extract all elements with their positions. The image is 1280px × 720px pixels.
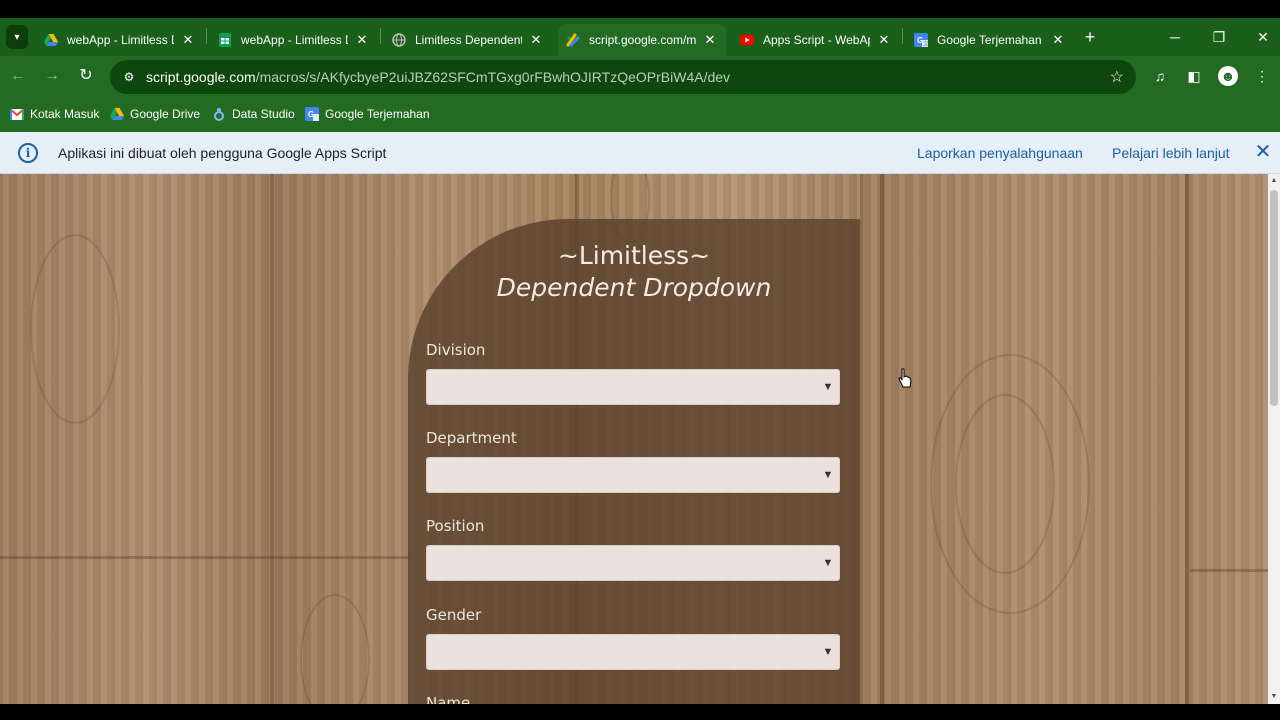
google-translate-icon: G文 <box>914 33 928 47</box>
scroll-down-arrow-icon[interactable]: ▼ <box>1268 690 1280 704</box>
apps-script-icon <box>566 33 580 47</box>
bookmark-label: Data Studio <box>232 107 295 121</box>
site-settings-icon[interactable]: ⚙ <box>120 68 138 86</box>
bookmark-label: Kotak Masuk <box>30 107 100 121</box>
chevron-down-icon: ▼ <box>822 381 834 393</box>
learn-more-link[interactable]: Pelajari lebih lanjut <box>1112 145 1230 161</box>
bottom-letterbox <box>0 704 1280 720</box>
svg-text:文: 文 <box>923 40 928 47</box>
dropdown-form-card: ~Limitless~ Dependent Dropdown Division … <box>408 219 860 704</box>
data-studio-icon <box>212 107 226 121</box>
close-icon[interactable]: ✕ <box>180 32 196 48</box>
page-content: ~Limitless~ Dependent Dropdown Division … <box>0 174 1268 704</box>
gmail-icon <box>10 107 24 121</box>
tab-script-google[interactable]: script.google.com/m ✕ <box>558 24 726 56</box>
google-translate-icon: G <box>305 107 319 121</box>
close-icon[interactable]: ✕ <box>528 32 544 48</box>
close-icon[interactable]: ✕ <box>354 32 370 48</box>
gender-label: Gender <box>426 606 482 624</box>
bookmark-star-icon[interactable]: ☆ <box>1110 67 1124 87</box>
bookmark-kotak-masuk[interactable]: Kotak Masuk <box>10 105 99 123</box>
url-path: /macros/s/AKfycbyeP2uiJBZ62SFCmTGxg0rFBw… <box>255 69 731 85</box>
bookmark-label: Google Terjemahan <box>325 107 430 121</box>
address-bar[interactable]: ⚙ script.google.com/macros/s/AKfycbyeP2u… <box>110 60 1136 94</box>
close-window-icon[interactable]: ✕ <box>1248 25 1278 49</box>
close-icon[interactable]: ✕ <box>1252 140 1274 164</box>
chevron-down-icon: ▼ <box>822 469 834 481</box>
tab-divider <box>206 28 207 44</box>
media-controls-icon[interactable]: ♫ <box>1150 66 1170 86</box>
division-select[interactable]: ▼ <box>426 369 840 405</box>
form-subtitle: Dependent Dropdown <box>496 273 772 302</box>
tab-divider <box>380 28 381 44</box>
forward-arrow-icon[interactable]: → <box>40 64 64 88</box>
division-label: Division <box>426 341 486 359</box>
bookmark-data-studio[interactable]: Data Studio <box>212 105 295 123</box>
report-abuse-link[interactable]: Laporkan penyalahgunaan <box>917 145 1083 161</box>
hand-cursor-icon <box>898 368 912 388</box>
google-sheets-icon <box>218 33 232 47</box>
apps-script-info-banner: i Aplikasi ini dibuat oleh pengguna Goog… <box>0 132 1280 174</box>
url-host: script.google.com <box>146 69 256 85</box>
position-label: Position <box>426 517 485 535</box>
tab-search-button[interactable]: ▾ <box>6 25 28 49</box>
top-letterbox <box>0 0 1280 18</box>
tab-title: Google Terjemahan <box>937 33 1042 47</box>
chevron-down-icon: ▼ <box>822 646 834 658</box>
bookmark-google-drive[interactable]: Google Drive <box>110 105 200 123</box>
side-panel-icon[interactable]: ◧ <box>1184 66 1204 86</box>
bookmark-label: Google Drive <box>130 107 201 121</box>
close-icon[interactable]: ✕ <box>1050 32 1066 48</box>
tab-title: webApp - Limitless D <box>241 33 348 47</box>
bookmarks-bar: Kotak Masuk Google Drive Data Studio G G… <box>0 96 1280 132</box>
tab-webapp-sheets[interactable]: webApp - Limitless D ✕ <box>210 24 378 56</box>
tab-youtube[interactable]: Apps Script - WebAp ✕ <box>732 24 900 56</box>
close-icon[interactable]: ✕ <box>702 32 718 48</box>
tab-title: Apps Script - WebAp <box>763 33 870 47</box>
tab-title: Limitless Dependent I <box>415 33 522 47</box>
form-title: ~Limitless~ <box>557 241 711 270</box>
reload-icon[interactable]: ↻ <box>74 64 98 88</box>
scrollbar-thumb[interactable] <box>1270 190 1278 406</box>
tab-limitless-dependent[interactable]: Limitless Dependent I ✕ <box>384 24 552 56</box>
wood-knot <box>30 234 120 424</box>
gender-select[interactable]: ▼ <box>426 634 840 670</box>
google-drive-icon <box>110 107 124 121</box>
chevron-down-icon: ▼ <box>822 557 834 569</box>
wood-knot <box>955 394 1055 574</box>
minimize-icon[interactable]: ─ <box>1160 25 1190 49</box>
menu-kebab-icon[interactable]: ⋮ <box>1252 66 1272 86</box>
department-label: Department <box>426 429 517 447</box>
wood-knot <box>300 594 370 704</box>
wood-plank-seam <box>0 556 410 559</box>
scroll-up-arrow-icon[interactable]: ▲ <box>1268 174 1280 188</box>
banner-message: Aplikasi ini dibuat oleh pengguna Google… <box>58 145 387 161</box>
bookmark-google-terjemahan[interactable]: G Google Terjemahan <box>305 105 430 123</box>
department-select[interactable]: ▼ <box>426 457 840 493</box>
wood-plank-seam <box>1190 569 1268 572</box>
page-scrollbar[interactable]: ▲ ▼ <box>1268 174 1280 704</box>
tab-google-translate[interactable]: G文 Google Terjemahan ✕ <box>906 24 1074 56</box>
new-tab-button[interactable]: + <box>1080 25 1100 49</box>
close-icon[interactable]: ✕ <box>876 32 892 48</box>
tab-divider <box>902 28 903 44</box>
globe-icon <box>392 33 406 47</box>
browser-window: ▾ webApp - Limitless D ✕ webApp - Limitl… <box>0 0 1280 720</box>
profile-avatar-icon[interactable]: ☻ <box>1218 66 1238 86</box>
name-label: Name <box>426 694 471 704</box>
url-text[interactable]: script.google.com/macros/s/AKfycbyeP2uiJ… <box>146 69 730 85</box>
position-select[interactable]: ▼ <box>426 545 840 581</box>
google-drive-icon <box>44 33 58 47</box>
tab-title: webApp - Limitless D <box>67 33 174 47</box>
tab-webapp-drive[interactable]: webApp - Limitless D ✕ <box>36 24 204 56</box>
info-icon: i <box>18 143 38 163</box>
restore-icon[interactable]: ❐ <box>1204 25 1234 49</box>
wood-plank-seam <box>860 174 863 704</box>
back-arrow-icon[interactable]: ← <box>6 64 30 88</box>
tab-title: script.google.com/m <box>589 33 696 47</box>
youtube-icon <box>740 33 754 47</box>
browser-toolbar: ← → ↻ ⚙ script.google.com/macros/s/AKfyc… <box>0 56 1280 96</box>
